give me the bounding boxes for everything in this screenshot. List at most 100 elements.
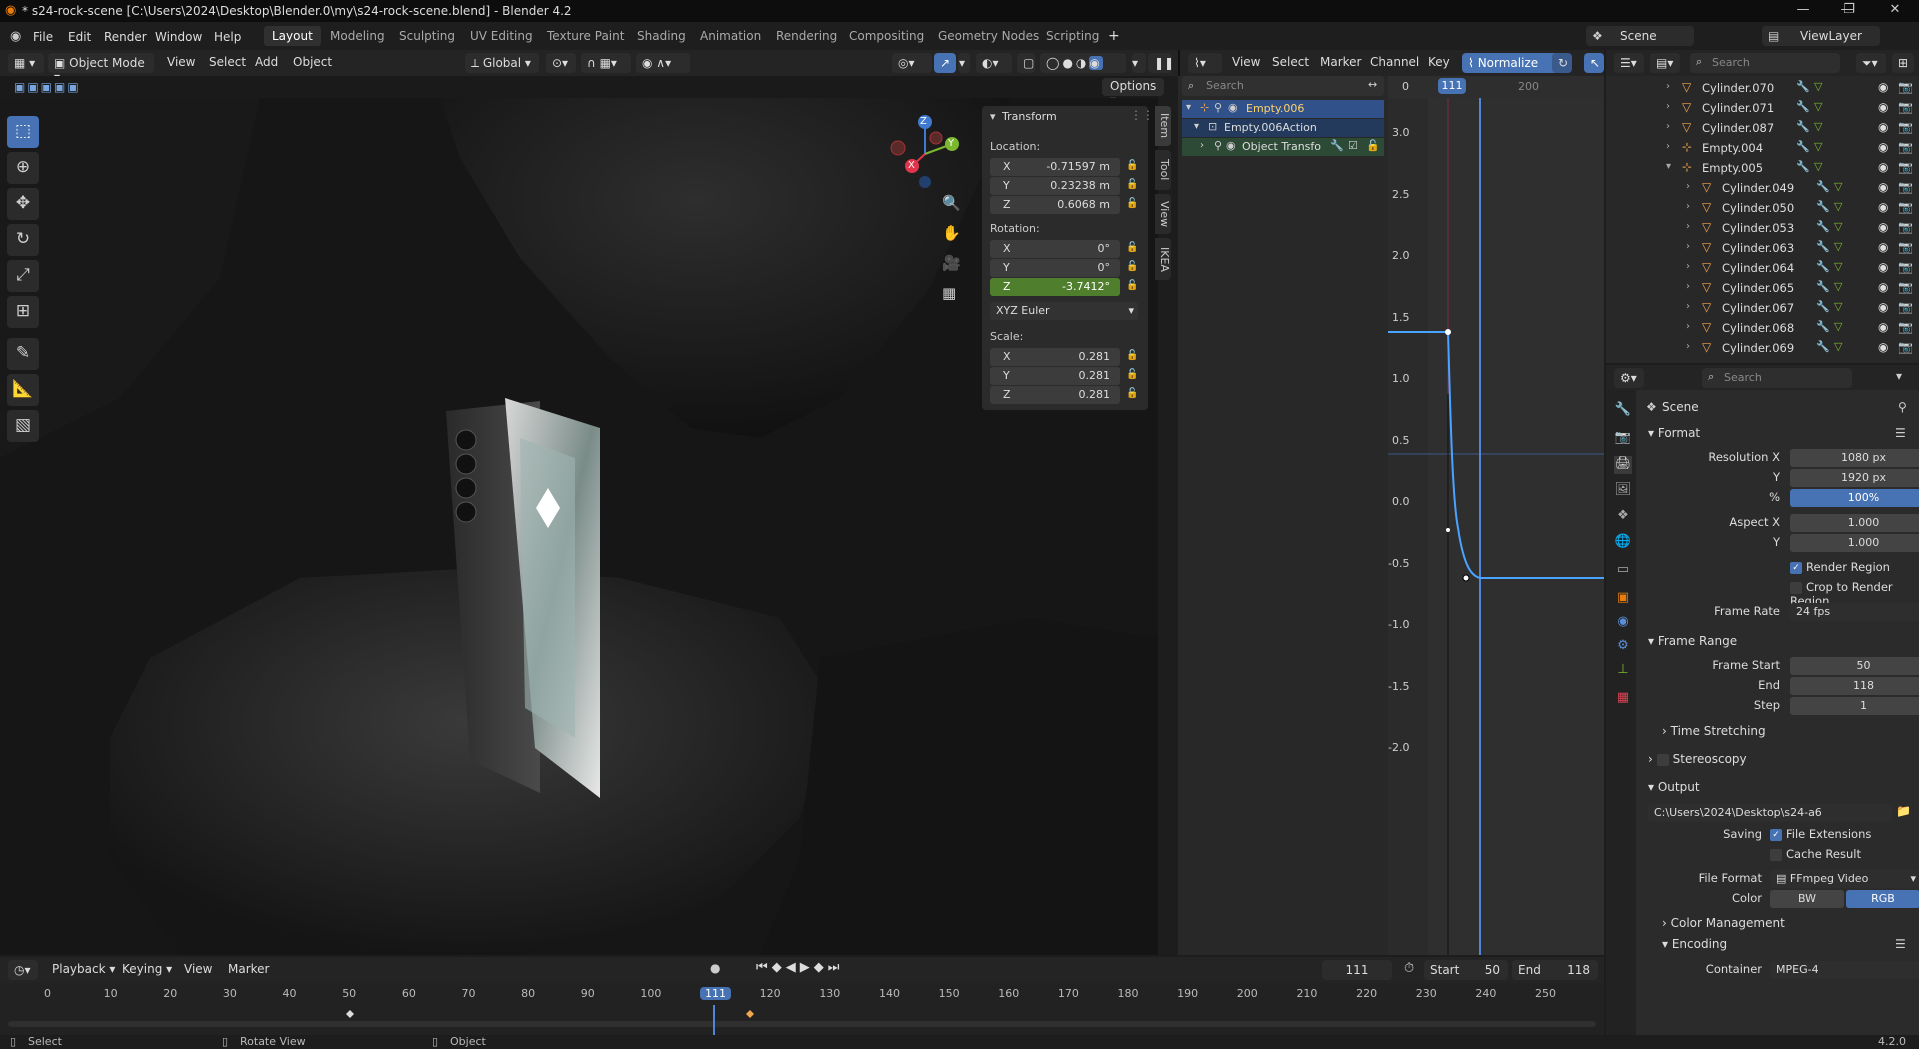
color-management-toggle[interactable]: › Color Management xyxy=(1662,916,1785,930)
expand-icon[interactable]: ▾ xyxy=(1186,102,1191,113)
camera-icon[interactable]: 📷 xyxy=(1898,120,1913,134)
shading-modes[interactable]: ◯●◑◉ xyxy=(1040,53,1126,73)
lock-icon[interactable]: 🔓 xyxy=(1126,179,1138,190)
outliner-search[interactable]: ⌕ Search xyxy=(1690,53,1840,73)
output-tab-icon[interactable]: 🖨 xyxy=(1614,456,1632,474)
pin-icon[interactable]: ⚲ xyxy=(1214,101,1222,114)
output-path-field[interactable]: C:\Users\2024\Desktop\s24-a6 xyxy=(1648,804,1892,822)
expand-icon[interactable]: › xyxy=(1686,221,1690,232)
expand-icon[interactable]: › xyxy=(1666,141,1670,152)
expand-icon[interactable]: › xyxy=(1686,341,1690,352)
outliner-item[interactable]: › ▽ Cylinder.069 🔧 ▽ ◉ 📷 xyxy=(1606,338,1919,358)
navigation-gizmo[interactable] xyxy=(880,112,980,192)
checkbox-icon[interactable]: ☑ xyxy=(1348,139,1358,152)
pivot-icon[interactable]: ⊙▾ xyxy=(546,53,576,73)
expand-icon[interactable]: › xyxy=(1686,181,1690,192)
location-y-field[interactable]: Y 0.23238 m xyxy=(990,177,1120,195)
eye-icon[interactable]: ◉ xyxy=(1878,220,1888,234)
texture-tab-icon[interactable]: ▦ xyxy=(1614,690,1632,708)
eye-icon[interactable]: ◉ xyxy=(1226,139,1236,152)
blender-menu-icon[interactable]: ◉ xyxy=(10,29,21,44)
eye-icon[interactable]: ◉ xyxy=(1878,140,1888,154)
location-z-field[interactable]: Z 0.6068 m xyxy=(990,196,1120,214)
aspect-x-field[interactable]: 1.000 xyxy=(1790,514,1919,532)
object-tab-icon[interactable]: ▣ xyxy=(1614,590,1632,608)
frame-range-section-toggle[interactable]: ▾ Frame Range xyxy=(1648,634,1737,648)
graph-menu-channel[interactable]: Channel xyxy=(1370,55,1419,69)
camera-view-icon[interactable]: 🎥 xyxy=(942,254,961,272)
viewport-menu-view[interactable]: View xyxy=(167,55,195,69)
camera-icon[interactable]: 📷 xyxy=(1898,80,1913,94)
lock-icon[interactable]: 🔓 xyxy=(1126,242,1138,253)
expand-icon[interactable]: ▾ xyxy=(1194,121,1199,132)
graph-menu-view[interactable]: View xyxy=(1232,55,1260,69)
tab-ikea[interactable]: IKEA xyxy=(1155,238,1171,280)
world-tab-icon[interactable]: 🌐 xyxy=(1614,534,1632,552)
eye-icon[interactable]: ◉ xyxy=(1878,100,1888,114)
lock-icon[interactable]: 🔓 xyxy=(1366,139,1380,152)
file-extensions-checkbox[interactable]: ✓ File Extensions xyxy=(1770,827,1871,841)
annotate-tool-icon[interactable]: ✎ xyxy=(7,338,39,370)
container-select[interactable]: MPEG-4 xyxy=(1770,961,1919,979)
lock-icon[interactable]: 🔓 xyxy=(1126,388,1138,399)
render-tab-icon[interactable]: 📷 xyxy=(1614,430,1632,448)
ortho-grid-icon[interactable]: ▦ xyxy=(942,284,956,302)
stopwatch-icon[interactable]: ⏱ xyxy=(1404,961,1414,976)
current-frame-field[interactable]: 111 xyxy=(1322,960,1392,980)
format-section-toggle[interactable]: ▾ Format xyxy=(1648,426,1700,440)
tab-uv-editing[interactable]: UV Editing xyxy=(462,26,541,46)
frame-step-field[interactable]: 1 xyxy=(1790,697,1919,715)
tab-tool[interactable]: Tool xyxy=(1155,150,1171,190)
maximize-button[interactable]: ❐ xyxy=(1826,2,1872,17)
snap-icon[interactable]: ∩ ▦▾ xyxy=(581,53,631,73)
expand-icon[interactable]: › xyxy=(1666,81,1670,92)
add-cube-tool-icon[interactable]: ▧ xyxy=(7,410,39,442)
record-icon[interactable]: ● xyxy=(710,961,720,975)
cache-result-checkbox[interactable]: Cache Result xyxy=(1770,847,1861,861)
tab-rendering[interactable]: Rendering xyxy=(768,26,845,46)
add-workspace-icon[interactable]: + xyxy=(1108,28,1120,44)
encoding-section-toggle[interactable]: ▾ Encoding xyxy=(1662,937,1727,951)
eye-icon[interactable]: ◉ xyxy=(1878,280,1888,294)
eye-icon[interactable]: ◉ xyxy=(1878,340,1888,354)
constraint-tab-icon[interactable]: ⊥ xyxy=(1614,662,1632,680)
transform-title[interactable]: Transform xyxy=(1002,110,1057,123)
timeline-menu-playback[interactable]: Playback ▾ xyxy=(52,962,115,976)
channel-search[interactable]: ⌕ Search ↔ xyxy=(1182,76,1384,96)
swap-icon[interactable]: ↔ xyxy=(1368,78,1377,91)
tab-compositing[interactable]: Compositing xyxy=(841,26,932,46)
lock-icon[interactable]: 🔓 xyxy=(1126,160,1138,171)
eye-icon[interactable]: ◉ xyxy=(1878,160,1888,174)
viewport-menu-add[interactable]: Add xyxy=(255,55,278,69)
file-format-select[interactable]: ▤ FFmpeg Video ▾ xyxy=(1770,870,1919,888)
outliner-item[interactable]: › ▽ Cylinder.065 🔧 ▽ ◉ 📷 xyxy=(1606,278,1919,298)
camera-icon[interactable]: 📷 xyxy=(1898,180,1913,194)
expand-icon[interactable]: › xyxy=(1686,241,1690,252)
menu-file[interactable]: File xyxy=(33,30,53,44)
tab-texture-paint[interactable]: Texture Paint xyxy=(539,26,632,46)
properties-search[interactable]: ⌕ Search xyxy=(1702,368,1852,388)
only-selected-icon[interactable]: ↖ xyxy=(1584,53,1604,73)
timeline-type-icon[interactable]: ◷▾ xyxy=(8,960,38,980)
eye-icon[interactable]: ◉ xyxy=(1878,180,1888,194)
outliner-item[interactable]: › ▽ Cylinder.063 🔧 ▽ ◉ 📷 xyxy=(1606,238,1919,258)
channel-row[interactable]: ▾ ⊹ ⚲ ◉ Empty.006 xyxy=(1182,100,1384,118)
jump-end-icon[interactable]: ⏭ xyxy=(828,960,844,975)
tab-sculpting[interactable]: Sculpting xyxy=(391,26,463,46)
expand-icon[interactable]: › xyxy=(1686,301,1690,312)
outliner-item[interactable]: › ▽ Cylinder.053 🔧 ▽ ◉ 📷 xyxy=(1606,218,1919,238)
auto-normalize-icon[interactable]: ↻ xyxy=(1552,53,1572,73)
current-frame-badge[interactable]: 111 xyxy=(1438,78,1466,94)
scale-tool-icon[interactable]: ⤢ xyxy=(7,260,39,292)
menu-render[interactable]: Render xyxy=(104,30,147,44)
color-rgb-button[interactable]: RGB xyxy=(1846,890,1919,908)
lock-icon[interactable]: 🔓 xyxy=(1126,350,1138,361)
camera-icon[interactable]: 📷 xyxy=(1898,240,1913,254)
frame-ruler[interactable]: 0 200 111 xyxy=(1388,76,1604,98)
wrench-icon[interactable]: 🔧 xyxy=(1330,139,1344,152)
camera-icon[interactable]: 📷 xyxy=(1898,220,1913,234)
frame-rate-select[interactable]: 24 fps▾ xyxy=(1790,603,1919,621)
outliner-item[interactable]: › ▽ Cylinder.064 🔧 ▽ ◉ 📷 xyxy=(1606,258,1919,278)
resolution-y-field[interactable]: 1920 px xyxy=(1790,469,1919,487)
expand-icon[interactable]: › xyxy=(1666,121,1670,132)
